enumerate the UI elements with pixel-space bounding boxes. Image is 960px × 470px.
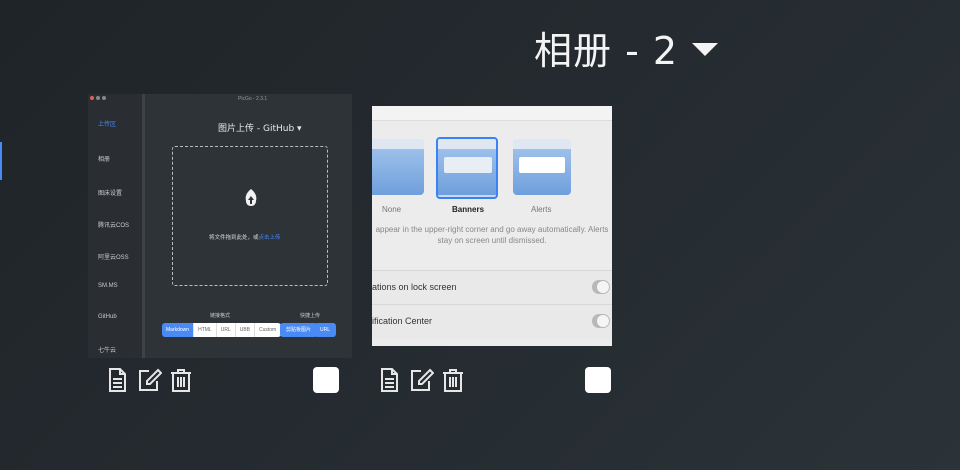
thumb-style-banners: [436, 137, 498, 199]
thumb-main-title: 图片上传 - GitHub ▾: [218, 124, 302, 134]
chevron-down-icon[interactable]: [692, 43, 719, 56]
album-selector[interactable]: 相册 - 2: [534, 20, 719, 75]
album-title: 相册 - 2: [534, 29, 679, 73]
window-controls: [90, 96, 106, 100]
thumb-row: ations on lock screen: [372, 270, 612, 305]
card-actions: [104, 367, 194, 393]
image-thumbnail[interactable]: PicGo - 2.3.1 上传区 相册 图床设置 腾讯云COS 阿里云OSS …: [88, 94, 352, 358]
select-checkbox[interactable]: [313, 367, 339, 393]
thumb-url-button: URL: [314, 323, 337, 337]
thumb-nav-item: 腾讯云COS: [98, 223, 130, 229]
thumb-style-label: None: [382, 205, 402, 214]
thumb-style-alerts: [513, 139, 571, 195]
card-actions: [376, 367, 466, 393]
thumb-clipboard-button: 剪贴板图片: [280, 323, 318, 337]
thumb-drop-text: 将文件拖到此处，或点击上传: [209, 235, 281, 241]
thumb-quick-label: 快捷上传: [300, 313, 321, 319]
select-checkbox[interactable]: [585, 367, 611, 393]
left-edge-indicator: [0, 142, 2, 180]
cloud-upload-icon: [245, 189, 257, 206]
thumb-version: PicGo - 2.3.1: [238, 96, 268, 102]
trash-icon[interactable]: [168, 367, 194, 393]
thumb-style-none: [372, 139, 424, 195]
thumb-topband: [372, 106, 612, 121]
thumb-style-label: Banners: [452, 205, 485, 214]
thumb-nav-item: 七牛云: [98, 348, 117, 354]
thumb-nav-item: SM.MS: [98, 283, 118, 289]
thumb-nav-item: 相册: [98, 157, 111, 163]
thumb-nav-item: 上传区: [98, 122, 117, 128]
thumb-format-segments: Markdown HTML URL UBB Custom: [162, 323, 282, 337]
thumb-row: ification Center: [372, 304, 612, 339]
image-thumbnail[interactable]: None Banners Alerts appear in the upper-…: [372, 106, 612, 346]
document-icon[interactable]: [104, 367, 130, 393]
edit-icon[interactable]: [136, 367, 162, 393]
trash-icon[interactable]: [440, 367, 466, 393]
thumb-description: appear in the upper-right corner and go …: [375, 225, 609, 245]
thumb-format-label: 链接格式: [210, 313, 231, 319]
thumb-nav-item: 图床设置: [98, 191, 123, 197]
thumb-style-label: Alerts: [531, 205, 552, 214]
thumb-nav-item: 阿里云OSS: [98, 255, 129, 261]
edit-icon[interactable]: [408, 367, 434, 393]
thumb-nav-item: GitHub: [98, 314, 117, 320]
thumb-dropzone: 将文件拖到此处，或点击上传: [172, 146, 328, 286]
document-icon[interactable]: [376, 367, 402, 393]
